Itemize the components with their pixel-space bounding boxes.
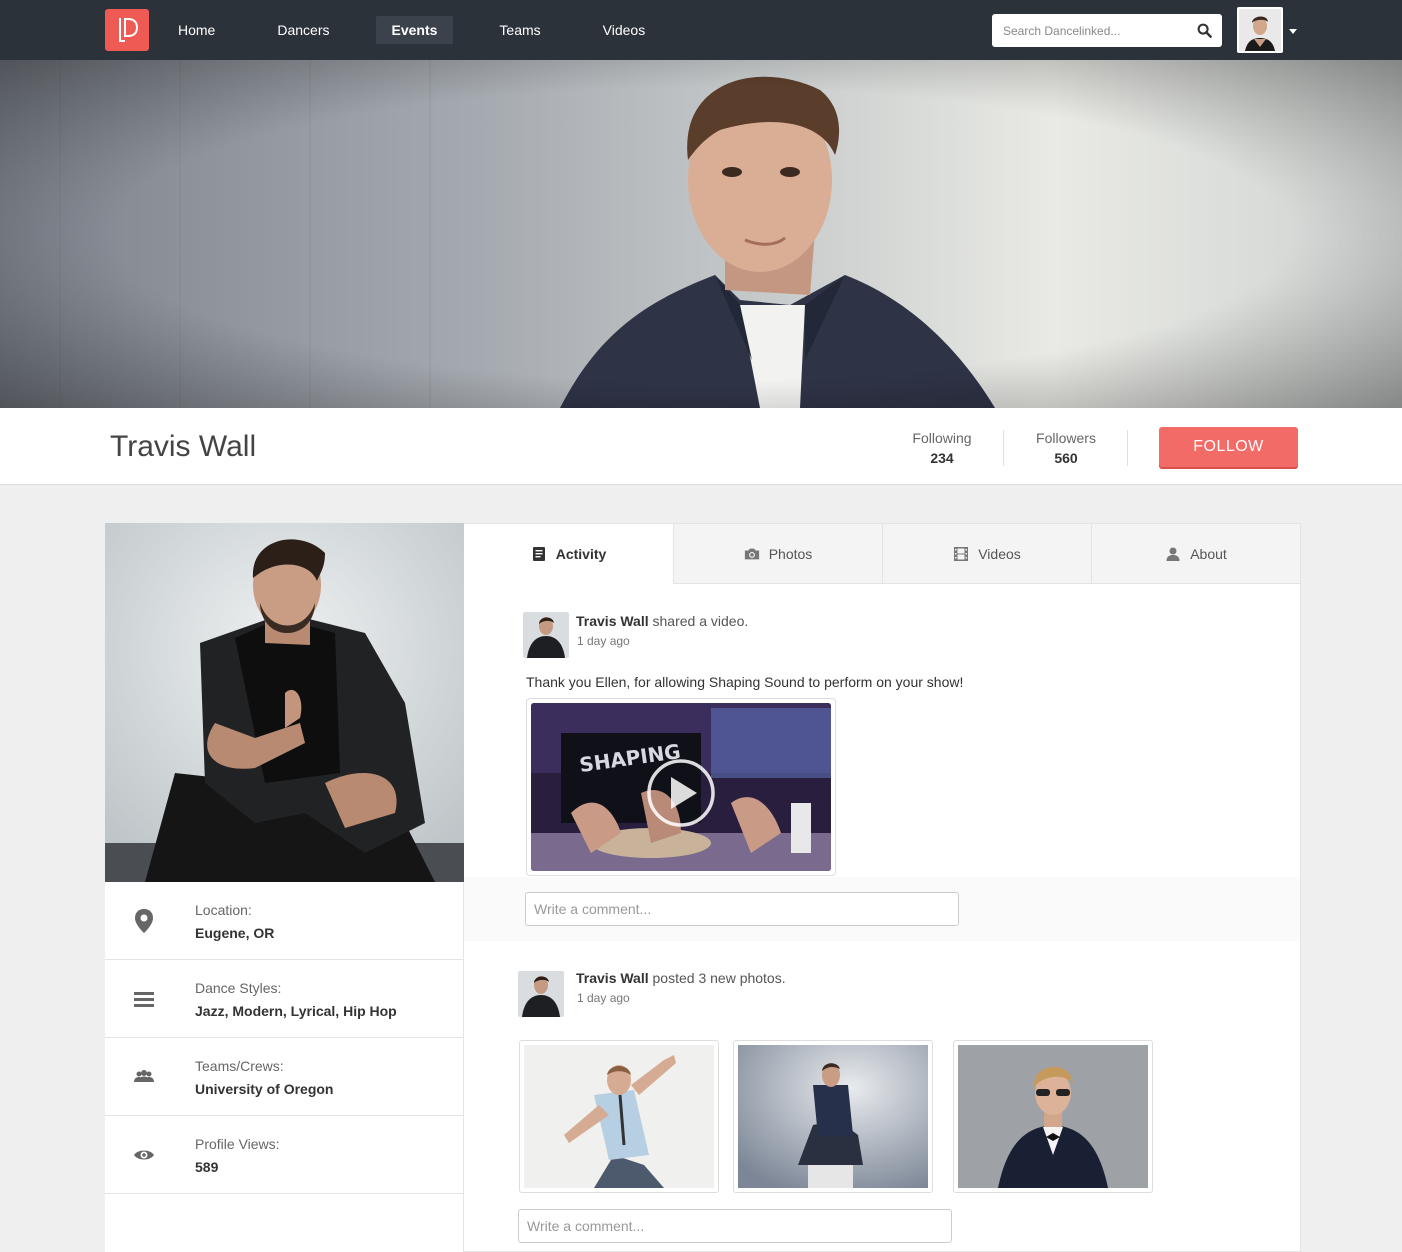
following-label: Following <box>912 430 972 446</box>
comment-input[interactable] <box>525 892 959 926</box>
group-icon <box>134 1070 154 1082</box>
nav-dancers[interactable]: Dancers <box>261 16 345 44</box>
post-header: Travis Wall posted 3 new photos. <box>576 970 786 986</box>
nav-home[interactable]: Home <box>162 16 231 44</box>
location-value: Eugene, OR <box>195 925 275 941</box>
logo-icon <box>119 18 138 42</box>
stat-divider <box>1127 430 1128 466</box>
map-pin-icon <box>135 909 153 933</box>
photo-image <box>524 1045 714 1188</box>
dance-styles-label: Dance Styles: <box>195 980 282 996</box>
profile-views-label: Profile Views: <box>195 1136 280 1152</box>
avatar-image <box>523 612 569 658</box>
search-icon[interactable] <box>1197 23 1212 38</box>
dancelinked-logo[interactable] <box>105 9 149 51</box>
info-dance-styles: Dance Styles: Jazz, Modern, Lyrical, Hip… <box>105 960 463 1038</box>
activity-panel: Activity Photos Videos About Travis Wall… <box>464 523 1301 1252</box>
followers-count: 560 <box>1054 450 1078 466</box>
nav-videos[interactable]: Videos <box>587 16 662 44</box>
dance-styles-value: Jazz, Modern, Lyrical, Hip Hop <box>195 1003 397 1019</box>
profile-views-value: 589 <box>195 1159 219 1175</box>
teams-label: Teams/Crews: <box>195 1058 284 1074</box>
post-photo[interactable] <box>519 1040 719 1193</box>
photo-image <box>738 1045 928 1188</box>
post-author-avatar[interactable] <box>523 612 569 658</box>
post-author-name[interactable]: Travis Wall <box>576 613 649 629</box>
following-stat[interactable]: Following 234 <box>880 430 1004 466</box>
top-navbar: Home Dancers Events Teams Videos <box>0 0 1402 60</box>
tab-videos[interactable]: Videos <box>882 524 1091 584</box>
profile-tabs: Activity Photos Videos About <box>464 524 1301 584</box>
eye-icon <box>134 1150 154 1160</box>
search-box <box>992 14 1222 47</box>
post-photo[interactable] <box>733 1040 933 1193</box>
followers-stat[interactable]: Followers 560 <box>1004 430 1128 466</box>
avatar-image <box>518 971 564 1017</box>
tab-activity-label: Activity <box>555 546 607 562</box>
photo-image <box>958 1045 1148 1188</box>
info-location: Location: Eugene, OR <box>105 882 463 960</box>
post-action: posted 3 new photos. <box>652 970 786 986</box>
post-author-avatar[interactable] <box>518 971 564 1017</box>
profile-sidebar: Location: Eugene, OR Dance Styles: Jazz,… <box>105 523 464 1252</box>
profile-photo-image <box>105 523 464 882</box>
profile-header: Travis Wall Following 234 Followers 560 … <box>0 408 1402 485</box>
profile-name: Travis Wall <box>110 430 257 463</box>
followers-label: Followers <box>1036 430 1096 446</box>
user-icon <box>1166 547 1180 561</box>
tab-videos-label: Videos <box>978 545 1021 562</box>
follow-button[interactable]: FOLLOW <box>1159 427 1298 467</box>
video-image: SHAPING <box>531 703 831 871</box>
comment-area <box>464 877 1300 941</box>
video-thumbnail[interactable]: SHAPING <box>526 698 836 876</box>
profile-photo[interactable] <box>105 523 464 882</box>
list-icon <box>134 992 154 1007</box>
post-photo[interactable] <box>953 1040 1153 1193</box>
tab-photos[interactable]: Photos <box>673 524 882 584</box>
post-text: Thank you Ellen, for allowing Shaping So… <box>526 674 964 690</box>
nav-events[interactable]: Events <box>375 16 454 44</box>
camera-icon <box>744 548 759 559</box>
cover-photo <box>0 60 1402 408</box>
comment-input[interactable] <box>518 1209 952 1243</box>
tab-photos-label: Photos <box>768 545 813 562</box>
location-label: Location: <box>195 902 252 918</box>
user-avatar[interactable] <box>1237 7 1283 53</box>
tab-about[interactable]: About <box>1091 524 1300 584</box>
main-nav: Home Dancers Events Teams Videos <box>162 16 691 44</box>
cover-image <box>0 60 1402 408</box>
avatar-image <box>1239 9 1281 51</box>
post-action: shared a video. <box>652 613 749 629</box>
post-timestamp: 1 day ago <box>577 634 630 648</box>
tab-activity[interactable]: Activity <box>464 524 673 584</box>
post-author-name[interactable]: Travis Wall <box>576 970 649 986</box>
teams-value: University of Oregon <box>195 1081 334 1097</box>
info-profile-views: Profile Views: 589 <box>105 1116 463 1194</box>
document-icon <box>532 547 545 561</box>
info-teams: Teams/Crews: University of Oregon <box>105 1038 463 1116</box>
account-dropdown-caret[interactable] <box>1289 29 1297 34</box>
activity-post-video: Travis Wall shared a video. 1 day ago Th… <box>464 584 1300 941</box>
post-header: Travis Wall shared a video. <box>576 613 748 629</box>
post-timestamp: 1 day ago <box>577 991 630 1005</box>
nav-teams[interactable]: Teams <box>483 16 556 44</box>
tab-about-label: About <box>1190 545 1227 562</box>
search-input[interactable] <box>992 14 1182 47</box>
film-icon <box>954 546 969 561</box>
following-count: 234 <box>930 450 954 466</box>
